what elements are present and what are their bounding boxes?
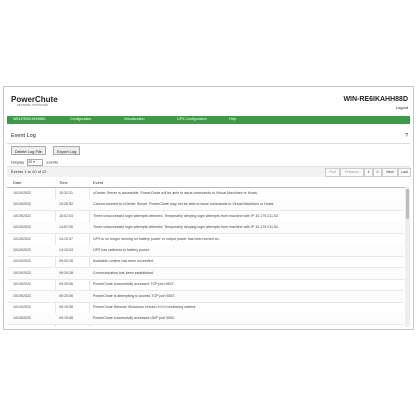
cell-date: 10/19/2022 <box>13 202 31 207</box>
cell-time: 15:02:03 <box>59 213 73 218</box>
cell-time: 09:19:58 <box>59 305 73 309</box>
nav-item-help[interactable]: Help <box>229 117 236 121</box>
cell-date: 10/19/2022 <box>13 270 31 275</box>
column-header-date[interactable]: Date <box>13 180 21 185</box>
cell-event: PowerChute successfully accessed TCP por… <box>93 282 175 287</box>
cell-date: 10/19/2022 <box>13 236 31 241</box>
table-header: Date Time Event <box>7 177 410 188</box>
pagination-first[interactable]: First <box>325 168 340 177</box>
header: PowerChute NETWORK SHUTDOWN WIN-RE6IKAHH… <box>4 87 413 112</box>
delete-log-file-button[interactable]: Delete Log File <box>11 146 46 155</box>
table-row[interactable]: 10/19/2022 09:20:28 Communication has been… <box>7 267 404 280</box>
cell-date: 10/19/2022 <box>13 191 31 195</box>
table-row[interactable]: 10/19/2022 09:20:06 PowerChute successfull… <box>7 279 404 292</box>
display-suffix-label: events <box>46 159 59 165</box>
events-per-page-value: 20 <box>28 160 33 164</box>
pagination-page-1[interactable]: 1 <box>364 168 373 177</box>
table-row[interactable]: 10/19/2022 14:10:07 UPS is no longer runni… <box>7 234 404 246</box>
cell-time: 09:20:28 <box>59 259 73 264</box>
cell-time: 14:10:07 <box>59 236 73 241</box>
cell-date: 10/19/2022 <box>13 213 31 218</box>
cell-event: UPS is no longer running on battery powe… <box>93 236 220 241</box>
display-prefix-label: Display <box>11 159 25 165</box>
nav-item-host[interactable]: WIN-RE6IKAHH88D <box>13 117 46 121</box>
host-name: WIN-RE6IKAHH88D <box>343 96 408 103</box>
nav-item-configuration[interactable]: Configuration <box>70 117 91 121</box>
table-row[interactable]: 10/19/2022 09:20:06 PowerChute is attempti… <box>7 290 404 303</box>
powerchute-logo: PowerChute NETWORK SHUTDOWN <box>11 95 58 108</box>
brand-subtitle: NETWORK SHUTDOWN <box>17 104 49 107</box>
cell-time: 15:32:31 <box>59 191 73 195</box>
cell-date: 10/19/2022 <box>13 225 31 230</box>
display-count-control: Display 20 ▾ events <box>11 159 58 166</box>
table-row[interactable]: 10/19/2022 09:19:58 PowerChute Network Shu… <box>7 302 404 314</box>
brand-name: PowerChute <box>11 95 58 104</box>
cell-date: 10/19/2022 <box>13 316 31 321</box>
nav-item-virtualization[interactable]: Virtualization <box>124 117 145 121</box>
chevron-down-icon: ▾ <box>33 160 35 164</box>
table-row[interactable]: 10/19/2022 15:32:31 vCenter Server is acce… <box>7 188 404 200</box>
cell-event: Cannot connect to vCenter Server. PowerC… <box>93 202 275 207</box>
cell-date: 10/19/2022 <box>13 248 31 252</box>
cell-event: Three unsuccessful login attempts detect… <box>93 225 279 230</box>
export-log-button[interactable]: Export Log <box>53 146 81 155</box>
scrollbar-thumb[interactable] <box>406 189 409 219</box>
app-window: PowerChute NETWORK SHUTDOWN WIN-RE6IKAHH… <box>3 86 414 330</box>
pagination-page-2[interactable]: 2 <box>373 168 382 177</box>
logout-link[interactable]: Logout <box>396 105 408 110</box>
help-icon[interactable]: ? <box>405 133 408 139</box>
cell-time: 09:20:28 <box>59 270 73 275</box>
cell-event: PowerChute is attempting to access TCP p… <box>93 293 176 298</box>
cell-date: 10/19/2022 <box>13 293 31 298</box>
table-row[interactable]: 10/19/2022 09:20:28 Available runtime has … <box>7 256 404 269</box>
cell-time: 14:57:26 <box>59 225 73 230</box>
event-log-table: Date Time Event 10/19/2022 15:32:31 vCente… <box>7 177 410 327</box>
cell-time: 09:20:06 <box>59 293 73 298</box>
cell-time: 09:19:58 <box>59 316 73 321</box>
events-per-page-select[interactable]: 20 ▾ <box>27 159 44 166</box>
page-title: Event Log <box>11 133 36 139</box>
pagination-next[interactable]: Next <box>382 168 398 177</box>
table-row[interactable]: 10/19/2022 15:25:52 Cannot connect to vCen… <box>7 199 404 212</box>
cell-event: Communication has been established. <box>93 270 154 275</box>
table-row[interactable]: 10/19/2022 14:57:26 Three unsuccessful log… <box>7 222 404 235</box>
nav-item-ups-configuration[interactable]: UPS Configuration <box>177 117 207 121</box>
main-nav: WIN-RE6IKAHH88D Configuration Virtualiza… <box>7 116 410 124</box>
column-header-time[interactable]: Time <box>59 180 68 185</box>
cell-date: 10/19/2022 <box>13 259 31 264</box>
cell-event: Three unsuccessful login attempts detect… <box>93 213 279 218</box>
pagination-last[interactable]: Last <box>398 168 411 177</box>
cell-date: 10/19/2022 <box>13 282 31 287</box>
cell-event: UPS has switched to battery power. <box>93 248 150 252</box>
cell-event: PowerChute successfully accessed UDP por… <box>93 316 176 321</box>
table-scrollbar[interactable] <box>405 187 410 327</box>
pagination-previous[interactable]: Previous <box>340 168 364 177</box>
cell-time: 14:10:03 <box>59 248 73 252</box>
table-row[interactable]: 10/19/2022 09:19:58 PowerChute successfull… <box>7 313 404 326</box>
events-range-info: Events 1 to 20 of 22 <box>11 169 47 174</box>
cell-time: 09:20:06 <box>59 282 73 287</box>
cell-event: vCenter Server is accessible. PowerChute… <box>93 191 258 195</box>
event-log-section-header: Event Log ? <box>7 131 410 144</box>
cell-date: 10/19/2022 <box>13 305 31 309</box>
cell-event: PowerChute Network Shutdown version 5.0.… <box>93 305 197 309</box>
cell-event: Available runtime has been exceeded. <box>93 259 154 264</box>
table-row[interactable]: 10/19/2022 15:02:03 Three unsuccessful log… <box>7 211 404 223</box>
column-header-event[interactable]: Event <box>93 180 103 185</box>
cell-time: 15:25:52 <box>59 202 73 207</box>
table-row[interactable]: 10/19/2022 14:10:03 UPS has switched to ba… <box>7 245 404 257</box>
